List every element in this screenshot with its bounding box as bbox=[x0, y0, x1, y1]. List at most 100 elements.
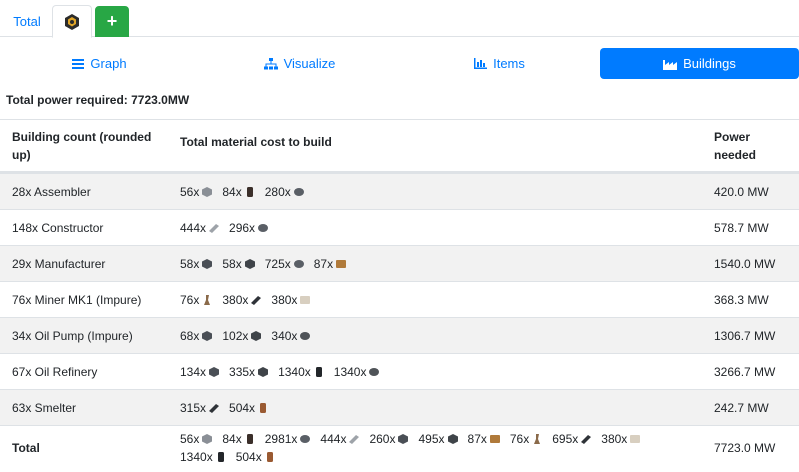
material-qty: 380x bbox=[271, 292, 298, 307]
material-qty: 84x bbox=[222, 431, 242, 446]
material-cost: 504x bbox=[236, 448, 276, 466]
material-qty: 504x bbox=[235, 449, 262, 464]
iron-plate-icon bbox=[349, 434, 360, 444]
material-cost: 102x bbox=[222, 327, 262, 345]
material-qty: 1340x bbox=[180, 449, 213, 464]
material-cost: 725x bbox=[265, 255, 305, 273]
material-cost: 380x bbox=[222, 291, 262, 309]
material-costs: 58x 58x 725x 87x bbox=[180, 246, 700, 281]
motor-icon bbox=[398, 433, 409, 444]
tab-current-factory[interactable] bbox=[52, 5, 92, 38]
table-row: 34x Oil Pump (Impure) 68x 102x 340x 1306.7 M… bbox=[0, 317, 799, 353]
table-row: 63x Smelter 315x 504x 242.7 MW bbox=[0, 389, 799, 425]
total-power-summary: Total power required: 7723.0MW bbox=[6, 93, 190, 107]
material-qty: 380x bbox=[601, 431, 628, 446]
encased-beam-icon bbox=[251, 330, 262, 341]
factory-item-icon bbox=[65, 13, 79, 30]
material-qty: 87x bbox=[467, 431, 487, 446]
material-qty: 58x bbox=[180, 256, 200, 271]
material-cost: 84x bbox=[222, 430, 255, 448]
steel-pipe-icon bbox=[217, 451, 224, 462]
material-cost: 335x bbox=[229, 363, 269, 381]
material-cost: 1340x bbox=[180, 448, 227, 466]
tab-visualize-label: Visualize bbox=[283, 56, 336, 71]
material-cost: 1340x bbox=[334, 363, 381, 381]
material-qty: 444x bbox=[180, 220, 207, 235]
material-qty: 76x bbox=[180, 292, 200, 307]
material-qty: 56x bbox=[180, 431, 200, 446]
table-header: Building count (rounded up) Total materi… bbox=[0, 119, 799, 173]
list-icon bbox=[72, 58, 85, 69]
concrete-icon bbox=[630, 434, 641, 443]
material-cost: 87x bbox=[314, 255, 347, 273]
computer-icon bbox=[489, 434, 500, 443]
material-costs: 444x 296x bbox=[180, 210, 700, 245]
table-row: 76x Miner MK1 (Impure) 76x 380x 380x 368.3 M… bbox=[0, 281, 799, 317]
iron-plate-icon bbox=[209, 223, 220, 233]
material-costs: 315x 504x bbox=[180, 390, 700, 425]
table-row: 29x Manufacturer 58x 58x 725x 87x 1540.0 MW bbox=[0, 245, 799, 281]
building-count: 148x Constructor bbox=[12, 220, 104, 235]
building-count: 67x Oil Refinery bbox=[12, 364, 98, 379]
wire-icon bbox=[266, 451, 273, 462]
tab-buildings-label: Buildings bbox=[683, 56, 736, 71]
power-needed: 3266.7 MW bbox=[714, 364, 776, 379]
material-qty: 296x bbox=[229, 220, 256, 235]
material-cost: 260x bbox=[369, 430, 409, 448]
industry-icon bbox=[663, 59, 678, 70]
chart-bar-icon bbox=[474, 58, 488, 69]
computer-icon bbox=[336, 259, 347, 268]
material-qty: 68x bbox=[180, 328, 200, 343]
material-cost: 296x bbox=[229, 219, 269, 237]
material-cost: 695x bbox=[552, 430, 592, 448]
reinforced-plate-icon bbox=[202, 186, 213, 197]
screw-icon bbox=[293, 187, 304, 196]
iron-rod-icon bbox=[209, 403, 220, 413]
screw-icon bbox=[258, 223, 269, 232]
material-cost: 76x bbox=[510, 430, 543, 448]
tab-items[interactable]: Items bbox=[400, 48, 599, 79]
material-cost: 76x bbox=[180, 291, 213, 309]
material-cost: 504x bbox=[229, 399, 269, 417]
material-costs: 134x 335x 1340x 1340x bbox=[180, 354, 700, 389]
material-qty: 340x bbox=[271, 328, 298, 343]
factory-tabs: Total + bbox=[0, 0, 799, 38]
material-cost: 68x bbox=[180, 327, 213, 345]
encased-beam-icon bbox=[447, 433, 458, 444]
screw-icon bbox=[293, 259, 304, 268]
copper-sheet-icon bbox=[369, 367, 380, 376]
total-materials: 56x 84x 2981x 444x 260x 495x 87x 76x 695x 380x 134… bbox=[180, 426, 700, 469]
material-cost: 315x bbox=[180, 399, 220, 417]
material-cost: 380x bbox=[601, 430, 641, 448]
power-needed: 1306.7 MW bbox=[714, 328, 776, 343]
material-cost: 87x bbox=[468, 430, 501, 448]
material-qty: 725x bbox=[264, 256, 291, 271]
material-costs: 56x 84x 280x bbox=[180, 174, 700, 209]
building-count: 76x Miner MK1 (Impure) bbox=[12, 292, 142, 307]
tab-items-label: Items bbox=[493, 56, 525, 71]
material-qty: 504x bbox=[229, 400, 256, 415]
material-qty: 87x bbox=[313, 256, 334, 271]
material-qty: 695x bbox=[552, 431, 579, 446]
tab-total[interactable]: Total bbox=[4, 5, 50, 37]
material-cost: 444x bbox=[180, 219, 220, 237]
material-cost: 444x bbox=[320, 430, 360, 448]
material-qty: 335x bbox=[229, 364, 256, 379]
material-cost: 1340x bbox=[278, 363, 325, 381]
reinforced-plate-icon bbox=[202, 433, 213, 444]
tab-visualize[interactable]: Visualize bbox=[200, 48, 399, 79]
table-total-row: Total 56x 84x 2981x 444x 260x 495x 87x 76x 695x 3… bbox=[0, 425, 799, 469]
add-factory-button[interactable]: + bbox=[95, 6, 129, 37]
header-building-count: Building count (rounded up) bbox=[12, 129, 152, 162]
motor-icon bbox=[209, 366, 220, 377]
material-qty: 1340x bbox=[333, 364, 367, 379]
total-label: Total bbox=[12, 440, 40, 455]
tab-graph[interactable]: Graph bbox=[0, 48, 199, 79]
material-cost: 2981x bbox=[265, 430, 312, 448]
material-cost: 84x bbox=[222, 183, 255, 201]
rotor-icon bbox=[246, 186, 253, 197]
view-nav: Graph Visualize Items Buildings bbox=[0, 48, 799, 79]
concrete-icon bbox=[300, 295, 311, 304]
tab-buildings[interactable]: Buildings bbox=[600, 48, 799, 79]
motor-icon bbox=[202, 330, 213, 341]
